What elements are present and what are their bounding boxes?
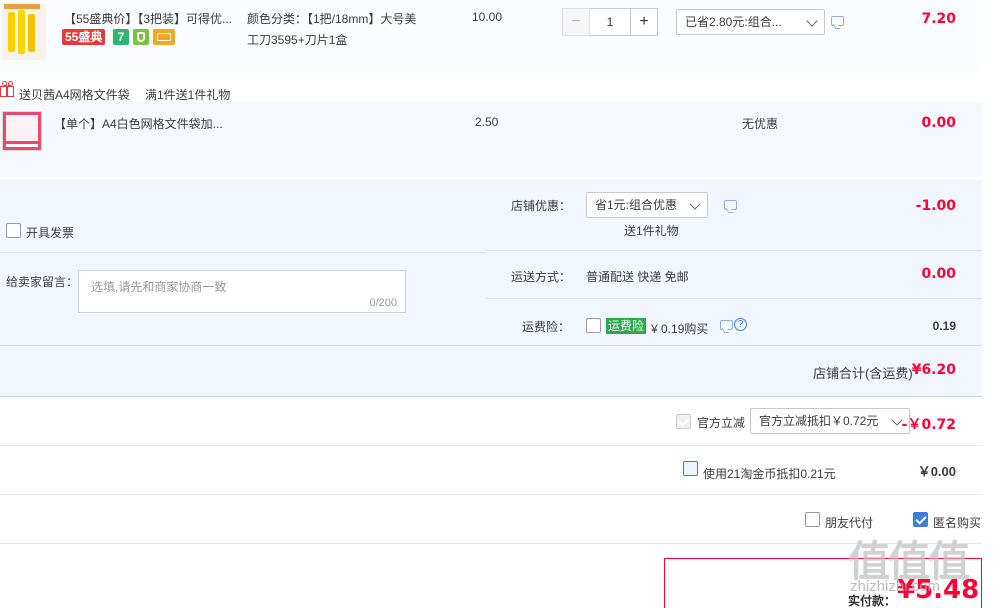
message-label: 给卖家留言：	[6, 275, 79, 289]
shop-discount-value: -1.00	[915, 198, 956, 214]
coins-checkbox[interactable]	[683, 461, 698, 476]
coins-row: 使用21淘金币抵扣0.21元 ￥0.00	[0, 446, 982, 494]
shop-total-value: ¥6.20	[911, 362, 956, 378]
message-icon[interactable]	[724, 200, 737, 210]
item-discount-select[interactable]: 已省2.80元:组合...	[676, 9, 825, 35]
message-icon[interactable]	[720, 320, 733, 330]
unit-price: 10.00	[472, 10, 503, 24]
product-thumbnail[interactable]	[2, 4, 46, 60]
official-discount-value: -￥0.72	[901, 417, 956, 433]
item-discount-select-value: 已省2.80元:组合...	[685, 15, 782, 29]
seven-day-return-icon: 7	[113, 29, 129, 45]
cart-item-row: 【55盛典价】【3把装】可得优... 55盛典 7 颜色分类：【1把/18mm】…	[0, 0, 982, 72]
gift-item-row: 【单个】A4白色网格文件袋加... 2.50 无优惠 0.00	[0, 102, 982, 177]
official-discount-row: 官方立减 官方立减抵扣￥0.72元 -￥0.72	[0, 397, 982, 445]
gift-subtotal: 0.00	[921, 115, 956, 131]
sku-line-1: 颜色分类：【1把/18mm】大号美	[247, 12, 417, 26]
insurance-label: 运费险：	[522, 320, 571, 334]
insurance-badge: 运费险	[606, 318, 647, 334]
gift-thumbnail[interactable]	[2, 111, 42, 151]
gift-promo: 无优惠	[742, 117, 779, 131]
quantity-stepper: − 1 +	[562, 8, 658, 36]
shipping-label: 运送方式：	[511, 270, 572, 284]
seller-message-input[interactable]: 选填,请先和商家协商一致 0/200	[78, 270, 406, 313]
guarantee-icon	[133, 29, 149, 45]
chevron-down-icon	[806, 15, 818, 27]
gift-unit-price: 2.50	[475, 115, 499, 129]
gift-icon	[0, 81, 14, 97]
coins-label: 使用21淘金币抵扣0.21元	[703, 467, 836, 481]
product-title-link[interactable]: 【55盛典价】【3把装】可得优...	[64, 10, 232, 27]
insurance-price: ¥ 0.19购买	[651, 322, 709, 336]
message-counter: 0/200	[369, 297, 397, 309]
friend-pay-checkbox[interactable]	[805, 512, 820, 527]
shop-discount-label: 店铺优惠：	[511, 199, 572, 213]
watermark-url: zhizhizhi.com	[850, 578, 941, 595]
shop-summary: 开具发票 给卖家留言： 选填,请先和商家协商一致 0/200 店铺优惠： 省1元…	[0, 180, 982, 396]
official-discount-label: 官方立减	[697, 416, 746, 430]
increase-button[interactable]: +	[630, 8, 658, 36]
message-placeholder: 选填,请先和商家协商一致	[91, 280, 227, 294]
insurance-value: 0.19	[932, 319, 956, 333]
coins-value: ￥0.00	[917, 464, 956, 479]
shop-total-label: 店铺合计(含运费)	[813, 366, 913, 381]
credit-card-icon	[153, 29, 175, 45]
message-icon[interactable]	[831, 16, 844, 26]
shop-discount-select-value: 省1元:组合优惠	[595, 198, 678, 212]
gift-banner-title: 送贝茜A4网格文件袋	[19, 88, 130, 102]
quantity-input[interactable]: 1	[590, 8, 630, 36]
promo-55-badge: 55盛典	[62, 29, 106, 45]
item-subtotal: 7.20	[921, 11, 956, 27]
gift-banner-rule: 满1件送1件礼物	[145, 88, 231, 102]
gift-note: 送1件礼物	[624, 224, 679, 238]
decrease-button[interactable]: −	[562, 8, 590, 36]
official-discount-select[interactable]: 官方立减抵扣￥0.72元	[750, 408, 910, 434]
gift-banner: 送贝茜A4网格文件袋 满1件送1件礼物	[0, 80, 982, 102]
invoice-label: 开具发票	[26, 226, 75, 240]
help-icon[interactable]: ?	[734, 318, 747, 331]
gift-title-link[interactable]: 【单个】A4白色网格文件袋加...	[54, 115, 223, 132]
anonymous-checkbox[interactable]	[913, 512, 928, 527]
shipping-method: 普通配送 快递 免邮	[586, 270, 689, 284]
invoice-checkbox[interactable]	[6, 223, 21, 238]
official-discount-select-value: 官方立减抵扣￥0.72元	[759, 414, 879, 428]
chevron-down-icon	[689, 198, 701, 210]
shop-discount-select[interactable]: 省1元:组合优惠	[586, 192, 708, 218]
sku-line-2: 工刀3595+刀片1盒	[247, 33, 348, 47]
insurance-checkbox[interactable]	[586, 318, 601, 333]
official-discount-checkbox[interactable]	[676, 414, 691, 429]
shipping-value: 0.00	[921, 266, 956, 282]
